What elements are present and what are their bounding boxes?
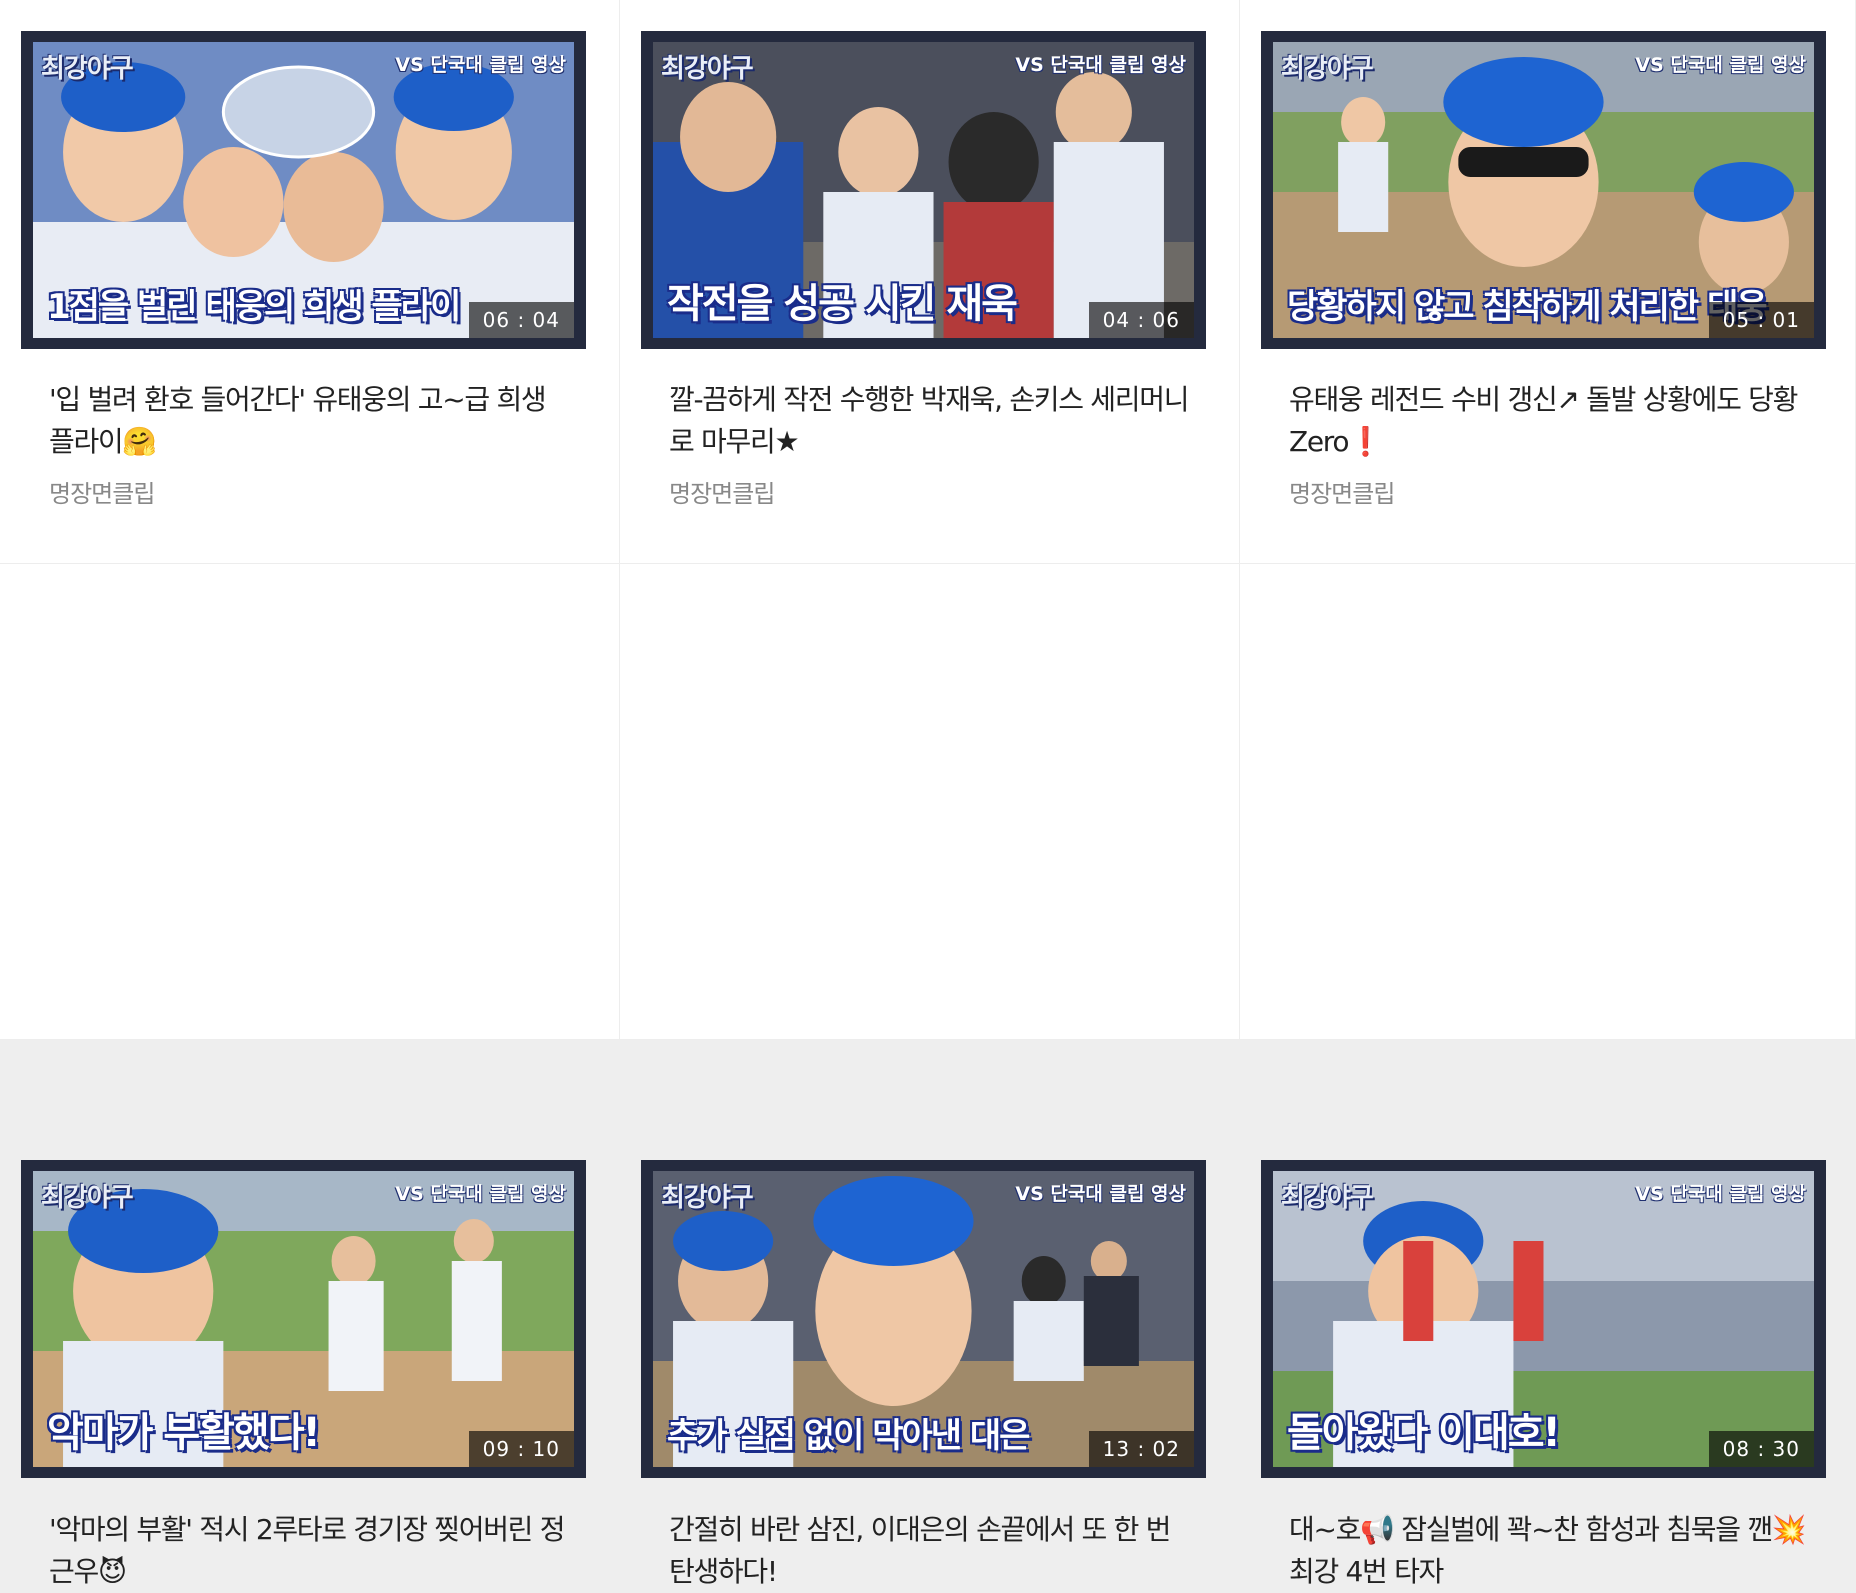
video-thumbnail[interactable]: 최강야구 VS 단국대 클립 영상 돌아왔다 이대호! 08 : 30 <box>1261 1160 1826 1478</box>
duration-badge: 08 : 30 <box>1708 1431 1814 1467</box>
duration-badge: 13 : 02 <box>1088 1431 1194 1467</box>
video-card[interactable]: 최강야구 VS 단국대 클립 영상 악마가 부활했다! 09 : 10 '악마의… <box>0 564 620 1588</box>
thumbnail-caption: 당황하지 않고 침착하게 처리한 태웅 <box>1287 287 1768 327</box>
video-title[interactable]: '입 벌려 환호 들어간다' 유태웅의 고~급 희생 플라이🤗 <box>49 379 569 463</box>
duration-badge: 04 : 06 <box>1088 302 1194 338</box>
thumbnail-caption: 추가 실점 없이 막아낸 대은 <box>667 1416 1030 1456</box>
video-category: 명장면클립 <box>1289 480 1395 508</box>
video-thumbnail[interactable]: 최강야구 VS 단국대 클립 영상 악마가 부활했다! 09 : 10 <box>21 1160 586 1478</box>
video-title[interactable]: 깔-끔하게 작전 수행한 박재욱, 손키스 세리머니로 마무리★ <box>669 379 1189 463</box>
show-logo: 최강야구 <box>661 1183 754 1213</box>
video-title[interactable]: 유태웅 레전드 수비 갱신↗ 돌발 상황에도 당황 Zero❗ <box>1289 379 1809 463</box>
clip-tag: VS 단국대 클립 영상 <box>1635 1183 1806 1205</box>
video-thumbnail[interactable]: 최강야구 VS 단국대 클립 영상 1점을 벌린 태웅의 희생 플라이 06 :… <box>21 31 586 349</box>
thumbnail-image: 최강야구 VS 단국대 클립 영상 1점을 벌린 태웅의 희생 플라이 <box>33 42 574 338</box>
thumbnail-image: 최강야구 VS 단국대 클립 영상 당황하지 않고 침착하게 처리한 태웅 <box>1273 42 1814 338</box>
video-title[interactable]: '악마의 부활' 적시 2루타로 경기장 찢어버린 정근우😈 <box>49 1509 569 1593</box>
show-logo: 최강야구 <box>41 1183 134 1213</box>
show-logo: 최강야구 <box>41 54 134 84</box>
duration-badge: 09 : 10 <box>468 1431 574 1467</box>
video-thumbnail[interactable]: 최강야구 VS 단국대 클립 영상 당황하지 않고 침착하게 처리한 태웅 05… <box>1261 31 1826 349</box>
video-thumbnail[interactable]: 최강야구 VS 단국대 클립 영상 작전을 성공 시킨 재욱 04 : 06 <box>641 31 1206 349</box>
duration-badge: 05 : 01 <box>1708 302 1814 338</box>
video-card[interactable]: 최강야구 VS 단국대 클립 영상 당황하지 않고 침착하게 처리한 태웅 05… <box>1240 0 1856 564</box>
clip-tag: VS 단국대 클립 영상 <box>395 54 566 76</box>
clip-tag: VS 단국대 클립 영상 <box>1015 1183 1186 1205</box>
clip-tag: VS 단국대 클립 영상 <box>1015 54 1186 76</box>
thumbnail-image: 최강야구 VS 단국대 클립 영상 추가 실점 없이 막아낸 대은 <box>653 1171 1194 1467</box>
video-thumbnail[interactable]: 최강야구 VS 단국대 클립 영상 추가 실점 없이 막아낸 대은 13 : 0… <box>641 1160 1206 1478</box>
video-grid: 최강야구 VS 단국대 클립 영상 1점을 벌린 태웅의 희생 플라이 06 :… <box>0 0 1856 1588</box>
show-logo: 최강야구 <box>1281 54 1374 84</box>
clip-tag: VS 단국대 클립 영상 <box>395 1183 566 1205</box>
video-title[interactable]: 간절히 바란 삼진, 이대은의 손끝에서 또 한 번 탄생하다! <box>669 1509 1189 1593</box>
show-logo: 최강야구 <box>661 54 754 84</box>
clip-tag: VS 단국대 클립 영상 <box>1635 54 1806 76</box>
thumbnail-caption: 1점을 벌린 태웅의 희생 플라이 <box>47 287 461 327</box>
show-logo: 최강야구 <box>1281 1183 1374 1213</box>
video-category: 명장면클립 <box>49 480 155 508</box>
thumbnail-caption: 악마가 부활했다! <box>47 1410 321 1456</box>
video-card[interactable]: 최강야구 VS 단국대 클립 영상 돌아왔다 이대호! 08 : 30 대~호📢… <box>1240 564 1856 1588</box>
video-card[interactable]: 최강야구 VS 단국대 클립 영상 1점을 벌린 태웅의 희생 플라이 06 :… <box>0 0 620 564</box>
video-card[interactable]: 최강야구 VS 단국대 클립 영상 추가 실점 없이 막아낸 대은 13 : 0… <box>620 564 1240 1588</box>
thumbnail-caption: 작전을 성공 시킨 재욱 <box>667 281 1018 327</box>
thumbnail-caption: 돌아왔다 이대호! <box>1287 1410 1561 1456</box>
video-card[interactable]: 최강야구 VS 단국대 클립 영상 작전을 성공 시킨 재욱 04 : 06 깔… <box>620 0 1240 564</box>
thumbnail-image: 최강야구 VS 단국대 클립 영상 작전을 성공 시킨 재욱 <box>653 42 1194 338</box>
video-title[interactable]: 대~호📢 잠실벌에 꽉~찬 함성과 침묵을 깬💥 최강 4번 타자 <box>1289 1509 1809 1593</box>
video-category: 명장면클립 <box>669 480 775 508</box>
duration-badge: 06 : 04 <box>468 302 574 338</box>
thumbnail-image: 최강야구 VS 단국대 클립 영상 돌아왔다 이대호! <box>1273 1171 1814 1467</box>
thumbnail-image: 최강야구 VS 단국대 클립 영상 악마가 부활했다! <box>33 1171 574 1467</box>
